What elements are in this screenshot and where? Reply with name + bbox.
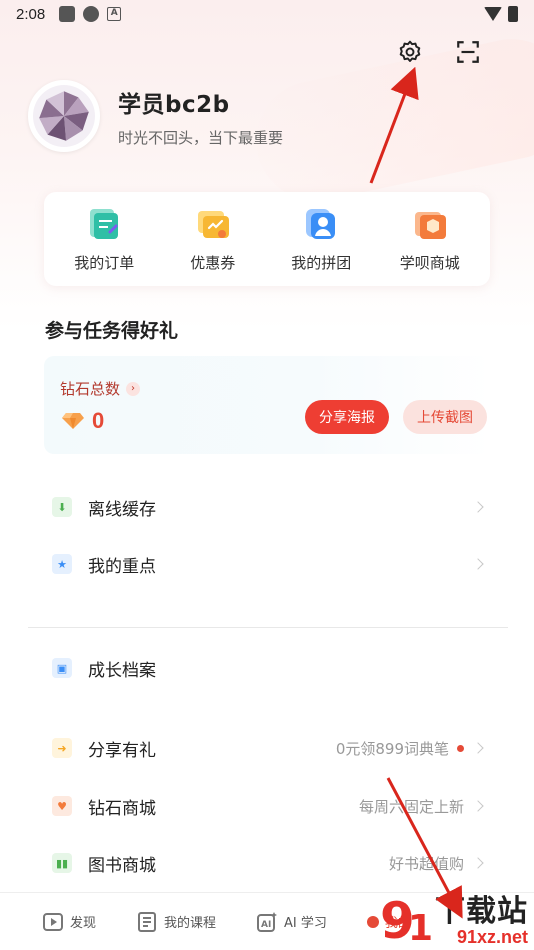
profile-card-icon: ▣ bbox=[52, 658, 72, 678]
menu-item-hint: 好书超值购 bbox=[388, 854, 464, 873]
nav-tab-my-courses[interactable]: 我的课程 bbox=[136, 911, 216, 933]
motto: 时光不回头，当下最重要 bbox=[118, 128, 284, 147]
upload-screenshot-button[interactable]: 上传截图 bbox=[403, 400, 487, 434]
menu-item-hint: 每周六固定上新 bbox=[358, 797, 464, 816]
profile-section[interactable]: 学员bc2b 时光不回头，当下最重要 bbox=[28, 80, 283, 152]
battery-icon bbox=[508, 6, 518, 22]
diamond-card: 钻石总数 › 0 分享海报 上传截图 bbox=[44, 356, 490, 454]
menu-item-book-mall[interactable]: ▮▮ 图书商城 好书超值购 bbox=[44, 841, 490, 885]
menu-item-growth-record[interactable]: ▣ 成长档案 bbox=[44, 646, 490, 690]
username: 学员bc2b bbox=[118, 91, 230, 118]
chevron-right-icon bbox=[472, 558, 484, 570]
menu-item-hint: 0元领899词典笔 bbox=[336, 738, 464, 759]
divider bbox=[28, 627, 508, 628]
menu-item-label: 分享有礼 bbox=[88, 740, 156, 761]
chevron-right-icon bbox=[472, 857, 484, 869]
chevron-right-icon: › bbox=[126, 381, 141, 396]
download-icon: ⬇ bbox=[52, 497, 72, 517]
hint-text: 0元领899词典笔 bbox=[335, 739, 449, 758]
red-dot-badge bbox=[457, 744, 464, 752]
svg-text:1: 1 bbox=[408, 908, 433, 948]
task-section-title: 参与任务得好礼 bbox=[45, 320, 179, 342]
notification-a-icon: A bbox=[107, 7, 122, 21]
svg-text:AI: AI bbox=[261, 920, 271, 930]
menu-item-share-gift[interactable]: ➜ 分享有礼 0元领899词典笔 bbox=[44, 726, 490, 770]
scan-icon[interactable] bbox=[454, 38, 482, 66]
heart-diamond-icon: ♥ bbox=[52, 796, 72, 816]
diamond-count: 0 bbox=[92, 408, 105, 433]
quick-action-group-buy[interactable]: 我的拼团 bbox=[271, 206, 371, 273]
mall-icon bbox=[414, 211, 446, 239]
share-poster-button[interactable]: 分享海报 bbox=[305, 400, 389, 434]
quick-action-label: 我的订单 bbox=[74, 253, 135, 272]
chevron-right-icon bbox=[472, 800, 484, 812]
coupon-icon bbox=[197, 210, 229, 238]
ai-icon: AI bbox=[257, 911, 278, 932]
star-icon: ★ bbox=[52, 554, 72, 574]
book-icon: ▮▮ bbox=[52, 853, 72, 873]
nav-tab-ai-study[interactable]: AI AI 学习 bbox=[256, 911, 327, 933]
quick-actions-card: 我的订单 优惠券 我的拼团 学呗商城 bbox=[44, 192, 490, 286]
menu-item-label: 钻石商城 bbox=[88, 798, 156, 819]
play-icon bbox=[43, 912, 63, 931]
notification-app-icon-2 bbox=[83, 6, 100, 22]
menu-item-label: 图书商城 bbox=[88, 855, 156, 876]
order-icon bbox=[90, 208, 119, 239]
quick-action-label: 优惠券 bbox=[190, 253, 236, 272]
menu-item-label: 我的重点 bbox=[88, 556, 156, 577]
watermark-url: 91xz.net bbox=[456, 927, 528, 947]
quick-action-orders[interactable]: 我的订单 bbox=[54, 206, 154, 273]
nav-tab-discover[interactable]: 发现 bbox=[42, 911, 96, 933]
diamond-total-label: 钻石总数 bbox=[60, 380, 121, 398]
status-time: 2:08 bbox=[16, 5, 46, 23]
quick-action-label: 学呗商城 bbox=[399, 253, 460, 272]
settings-gear-icon[interactable] bbox=[396, 38, 424, 66]
quick-action-mall[interactable]: 学呗商城 bbox=[380, 206, 480, 273]
watermark-logo: 9 1 下载站 91xz.net bbox=[380, 884, 534, 950]
diamond-total-link[interactable]: 钻石总数 › bbox=[60, 378, 141, 399]
menu-item-label: 成长档案 bbox=[88, 660, 156, 681]
watermark-text: 下载站 bbox=[435, 894, 528, 929]
status-bar: 2:08 A bbox=[0, 0, 534, 28]
chevron-right-icon bbox=[472, 742, 484, 754]
wifi-icon bbox=[484, 7, 502, 21]
quick-action-label: 我的拼团 bbox=[291, 253, 352, 272]
diamond-icon bbox=[62, 413, 84, 429]
watermark-91-icon: 9 1 bbox=[380, 892, 433, 948]
share-arrow-icon: ➜ bbox=[52, 738, 72, 758]
nav-label: 我的课程 bbox=[164, 916, 217, 931]
quick-action-coupons[interactable]: 优惠券 bbox=[163, 206, 263, 273]
menu-item-label: 离线缓存 bbox=[88, 499, 156, 520]
notification-app-icon bbox=[59, 6, 76, 22]
group-buy-icon bbox=[306, 208, 336, 239]
menu-item-offline-cache[interactable]: ⬇ 离线缓存 bbox=[44, 485, 490, 529]
avatar[interactable] bbox=[28, 80, 100, 152]
nav-label: AI 学习 bbox=[284, 916, 327, 931]
chevron-right-icon bbox=[472, 501, 484, 513]
nav-label: 发现 bbox=[70, 916, 97, 931]
menu-item-diamond-mall[interactable]: ♥ 钻石商城 每周六固定上新 bbox=[44, 784, 490, 828]
me-icon bbox=[366, 915, 379, 928]
menu-item-key-points[interactable]: ★ 我的重点 bbox=[44, 542, 490, 586]
course-icon bbox=[138, 911, 157, 932]
